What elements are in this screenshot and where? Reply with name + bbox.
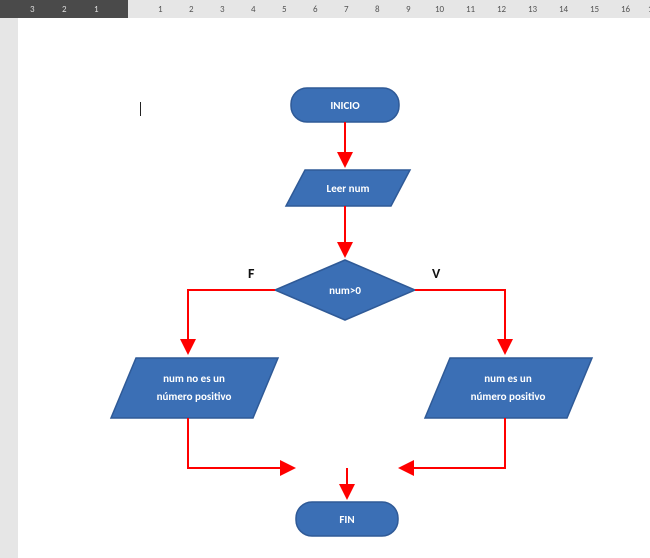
- read-label: Leer num: [327, 182, 370, 195]
- arrow-true: [415, 290, 505, 353]
- true-l1: num es un: [484, 372, 532, 385]
- terminator-start[interactable]: INICIO: [291, 88, 399, 122]
- start-label: INICIO: [330, 99, 360, 112]
- arrow-false: [188, 290, 275, 353]
- ruler-h-tick: 11: [466, 4, 475, 15]
- ruler-horizontal: 3 2 1 1 2 3 4 5 6 7 8 9 10 11 12 13 14 1…: [0, 0, 650, 18]
- io-read[interactable]: Leer num: [286, 170, 410, 206]
- ruler-indent-zone: [128, 0, 650, 18]
- arrow-merge-right: [400, 418, 505, 468]
- terminator-end[interactable]: FIN: [296, 502, 398, 536]
- ruler-vertical: [0, 18, 18, 558]
- ruler-h-tick: 2: [62, 4, 67, 15]
- ruler-corner: [0, 0, 18, 18]
- decision[interactable]: num>0: [275, 260, 415, 320]
- true-l2: número positivo: [471, 390, 546, 403]
- ruler-h-tick: 5: [282, 4, 287, 15]
- io-true[interactable]: num es un número positivo: [425, 358, 592, 418]
- ruler-h-tick: 8: [375, 4, 380, 15]
- flowchart: INICIO Leer num num>0 F V num no es un n…: [18, 18, 650, 558]
- ruler-h-tick: 2: [189, 4, 194, 15]
- decision-label: num>0: [329, 284, 361, 297]
- ruler-h-tick: 3: [220, 4, 225, 15]
- ruler-h-tick: 14: [559, 4, 568, 15]
- false-l1: num no es un: [163, 372, 225, 385]
- arrow-merge-left: [188, 418, 294, 468]
- end-label: FIN: [339, 513, 354, 526]
- io-false[interactable]: num no es un número positivo: [111, 358, 278, 418]
- ruler-h-tick: 3: [30, 4, 35, 15]
- document-canvas[interactable]: INICIO Leer num num>0 F V num no es un n…: [18, 18, 650, 558]
- ruler-h-tick: 4: [251, 4, 256, 15]
- ruler-h-tick: 7: [344, 4, 349, 15]
- ruler-h-tick: 1: [94, 4, 99, 15]
- ruler-h-tick: 15: [590, 4, 599, 15]
- ruler-h-tick: 9: [406, 4, 411, 15]
- ruler-h-tick: 6: [313, 4, 318, 15]
- ruler-h-tick: 13: [528, 4, 537, 15]
- branch-false-label: F: [248, 265, 255, 282]
- ruler-h-tick: 16: [621, 4, 630, 15]
- branch-true-label: V: [432, 265, 441, 282]
- ruler-h-tick: 10: [435, 4, 444, 15]
- false-l2: número positivo: [157, 390, 232, 403]
- ruler-h-tick: 12: [497, 4, 506, 15]
- ruler-h-tick: 1: [158, 4, 163, 15]
